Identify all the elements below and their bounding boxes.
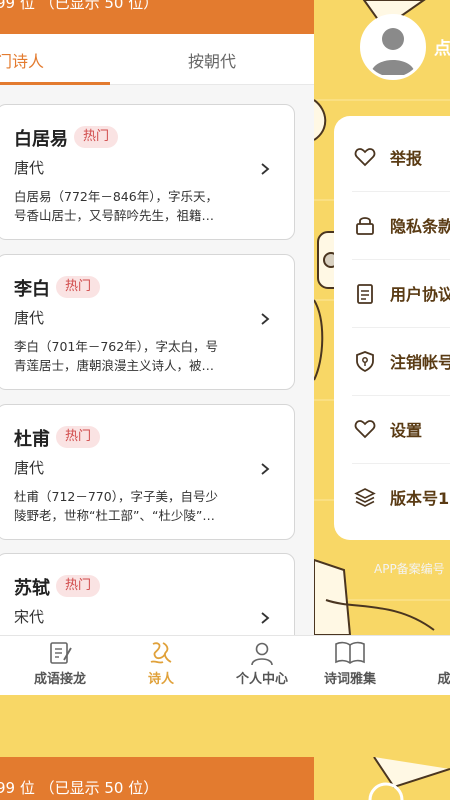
poet-description-line: 李白（701年－762年），字太白，号 (14, 339, 218, 354)
tab-bar: 门诗人 按朝代 (0, 34, 314, 85)
poet-card[interactable]: 李白 热门 唐代 李白（701年－762年），字太白，号 青莲居士，唐朝浪漫主义… (0, 254, 295, 390)
layers-icon (354, 488, 376, 507)
menu-item-label: 注销帐号 (390, 353, 450, 372)
poet-name: 白居易 (14, 129, 68, 150)
profile-screen: 点 举报 隐私条款 用户协议 注销帐号 设置 版本号1 APP备案编号 诗词雅集… (314, 0, 450, 695)
poet-dynasty: 唐代 (14, 459, 45, 477)
clipboard-icon (357, 284, 373, 304)
background-illustration (368, 757, 450, 800)
poet-card[interactable]: 杜甫 热门 唐代 杜甫（712－770），字子美，自号少 陵野老，世称“杜工部”… (0, 404, 295, 540)
nav-label: 诗人 (147, 672, 174, 687)
hot-badge: 热门 (56, 426, 101, 448)
poet-description-line: 青莲居士，唐朝浪漫主义诗人，被… (14, 358, 215, 373)
menu-item-privacy[interactable]: 隐私条款 (334, 192, 450, 259)
poet-description-line: 陵野老，世称“杜工部”、“杜少陵”… (14, 508, 215, 523)
poet-name: 李白 (14, 279, 50, 300)
tab-by-dynasty[interactable]: 按朝代 (188, 48, 236, 72)
book-icon (335, 641, 365, 664)
menu-item-user-agreement[interactable]: 用户协议 (334, 260, 450, 327)
avatar[interactable] (360, 14, 426, 80)
menu-item-label: 用户协议 (390, 285, 450, 304)
poet-dynasty: 唐代 (14, 159, 45, 177)
nav-poetry-collection[interactable]: 诗词雅集 (314, 640, 390, 687)
menu-item-settings[interactable]: 设置 (334, 396, 450, 463)
edit-note-icon (50, 642, 72, 664)
poet-count-bar: 99 位 （已显示 50 位） (0, 0, 314, 34)
poet-name: 苏轼 (14, 578, 50, 599)
poet-description: 李白（701年－762年），字太白，号 青莲居士，唐朝浪漫主义诗人，被… (14, 337, 254, 375)
nav-profile[interactable]: 个人中心 (222, 640, 302, 687)
chevron-right-icon (261, 163, 270, 175)
poet-name: 杜甫 (14, 429, 50, 450)
chevron-right-icon (261, 612, 270, 624)
nav-label: 成语接龙 (33, 672, 86, 687)
poet-description: 白居易（772年－846年），字乐天， 号香山居士，又号醉吟先生，祖籍… (14, 187, 254, 225)
poet-dynasty: 宋代 (14, 608, 45, 626)
chevron-right-icon (261, 463, 270, 475)
hot-badge: 热门 (56, 575, 101, 597)
heart-icon (354, 420, 376, 439)
menu-item-label: 版本号1 (390, 489, 450, 508)
heart-icon (354, 148, 376, 167)
nav-label: 成 (437, 672, 450, 687)
poet-list[interactable]: 白居易 热门 唐代 白居易（772年－846年），字乐天， 号香山居士，又号醉吟… (0, 86, 314, 635)
nav-label: 诗词雅集 (323, 672, 376, 687)
poet-dynasty: 唐代 (14, 309, 45, 327)
menu-item-label: 举报 (390, 149, 423, 168)
menu-item-label: 隐私条款 (390, 217, 450, 236)
poet-list-screen: 99 位 （已显示 50 位） 门诗人 按朝代 白居易 热门 唐代 白居易（77… (0, 0, 314, 695)
active-tab-indicator (0, 82, 110, 85)
poet-count-text: 99 位 （已显示 50 位） (0, 779, 159, 797)
bottom-nav: 成语接龙 诗人 个人中心 (0, 635, 314, 695)
hot-badge: 热门 (56, 276, 101, 298)
nav-label: 个人中心 (235, 672, 288, 687)
hot-badge: 热门 (74, 126, 119, 148)
profile-screen-repeat (314, 757, 450, 800)
settings-menu: 举报 隐私条款 用户协议 注销帐号 设置 版本号1 (334, 116, 450, 540)
poet-count-bar-repeat: 99 位 （已显示 50 位） (0, 757, 314, 800)
poet-icon (150, 642, 172, 664)
nav-poets[interactable]: 诗人 (121, 640, 201, 687)
menu-item-label: 设置 (390, 421, 423, 440)
shield-key-icon (356, 351, 374, 372)
chevron-right-icon (261, 313, 270, 325)
tab-popular-poets[interactable]: 门诗人 (0, 48, 44, 72)
poet-card[interactable]: 白居易 热门 唐代 白居易（772年－846年），字乐天， 号香山居士，又号醉吟… (0, 104, 295, 240)
menu-item-report[interactable]: 举报 (334, 124, 450, 191)
poet-description-line: 杜甫（712－770），字子美，自号少 (14, 489, 218, 504)
poet-description-line: 白居易（772年－846年），字乐天， (14, 189, 218, 204)
lock-icon (356, 217, 374, 235)
menu-item-delete-account[interactable]: 注销帐号 (334, 328, 450, 395)
icp-filing-text[interactable]: APP备案编号 (374, 560, 445, 577)
poet-description-line: 号香山居士，又号醉吟先生，祖籍… (14, 208, 215, 223)
nav-idiom-chain[interactable]: 成语接龙 (20, 640, 100, 687)
login-prompt[interactable]: 点 (434, 34, 450, 59)
poet-card[interactable]: 苏轼 热门 宋代 (0, 553, 295, 635)
poet-count-text: 99 位 （已显示 50 位） (0, 0, 159, 12)
user-avatar-icon (371, 28, 415, 75)
user-icon (251, 642, 273, 666)
poet-description: 杜甫（712－770），字子美，自号少 陵野老，世称“杜工部”、“杜少陵”… (14, 487, 254, 525)
menu-item-version[interactable]: 版本号1 (334, 464, 450, 531)
nav-idiom[interactable]: 成 (404, 640, 450, 687)
bottom-nav: 诗词雅集 成 (314, 635, 450, 695)
